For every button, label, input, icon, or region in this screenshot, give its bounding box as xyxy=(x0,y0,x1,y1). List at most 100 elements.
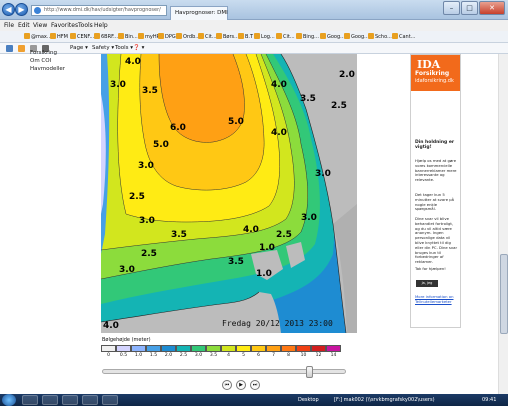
favorite-item[interactable]: B.T xyxy=(238,31,253,43)
favorite-item[interactable]: Goog... xyxy=(344,31,369,43)
forward-button[interactable]: ▶ xyxy=(15,3,28,16)
tab-havprognoser[interactable]: Havprognoser: DMI xyxy=(170,6,228,20)
nav-buttons: ◀ ▶ xyxy=(2,3,28,17)
close-button[interactable]: ✕ xyxy=(479,1,505,15)
address-bar[interactable]: http://www.dmi.dk/hav/udsigter/havprogno… xyxy=(31,5,167,16)
back-button[interactable]: ◀ xyxy=(2,3,15,16)
contour-label: 3.5 xyxy=(142,86,158,96)
page-menu[interactable]: Page ▾ xyxy=(70,43,88,54)
time-slider[interactable] xyxy=(102,366,346,378)
slider-thumb[interactable] xyxy=(305,366,313,378)
minimize-button[interactable]: – xyxy=(443,1,460,15)
favorite-item[interactable]: Cit... xyxy=(276,31,295,43)
favorite-item[interactable]: Cit... xyxy=(198,31,217,43)
legend-swatch xyxy=(131,345,146,352)
contour-label: 1.0 xyxy=(256,269,272,279)
home-icon[interactable] xyxy=(6,45,13,52)
legend-label: 2.0 xyxy=(164,353,173,358)
contour-label: 4.0 xyxy=(271,128,287,138)
contour-label: 3.5 xyxy=(300,94,316,104)
favorite-item[interactable]: Log... xyxy=(254,31,275,43)
favorites-bar: @max... HFM CENF... 6BRF... Bin... myHR … xyxy=(0,31,508,43)
menu-edit[interactable]: Edit xyxy=(18,20,30,31)
legend-swatch xyxy=(146,345,161,352)
favorite-item[interactable]: myHR xyxy=(138,31,160,43)
contour-label: 3.0 xyxy=(315,169,331,179)
contour-label: 3.0 xyxy=(110,80,126,90)
contour-label: 4.0 xyxy=(271,80,287,90)
favorite-item[interactable]: Cant... xyxy=(392,31,415,43)
legend-label: 2.5 xyxy=(179,353,188,358)
taskbar-app-icon[interactable] xyxy=(62,395,78,405)
favorite-item[interactable]: Bin... xyxy=(118,31,138,43)
ie-icon xyxy=(34,7,41,14)
system-tray: Desktop [F:] mak002 (\\srvkbmgrafsky002\… xyxy=(296,394,506,406)
maximize-button[interactable]: □ xyxy=(461,1,478,15)
favorite-item[interactable]: 6BRF... xyxy=(94,31,118,43)
legend-swatch xyxy=(281,345,296,352)
favorite-item[interactable]: DPG xyxy=(158,31,176,43)
taskbar-app-icon[interactable] xyxy=(82,395,98,405)
command-bar: Page ▾ Safety ▾ Tools ▾ ❓ ▾ xyxy=(0,43,508,54)
favorite-item[interactable]: Børs... xyxy=(216,31,239,43)
sidebar-link-havmodeller[interactable]: Havmodeller xyxy=(30,66,65,72)
contour-label: 3.0 xyxy=(119,265,135,275)
wave-height-legend: Bølgehøjde (meter) 0 0.5 1.0 1.5 2.0 2.5 3.0 3.… xyxy=(101,337,361,361)
menu-tools[interactable]: Tools xyxy=(78,20,93,31)
legend-label: 4 xyxy=(227,353,230,358)
tools-menu[interactable]: Tools ▾ xyxy=(115,43,133,54)
favorite-item[interactable]: Goog... xyxy=(320,31,345,43)
legend-label: 3.0 xyxy=(194,353,203,358)
ad-more-link[interactable]: More information on Tellnutellemarketer xyxy=(415,294,459,305)
favorite-item[interactable]: @max... xyxy=(24,31,52,43)
sidebar-link-om-coi[interactable]: Om COI xyxy=(30,58,51,64)
favorite-item[interactable]: CENF... xyxy=(70,31,94,43)
scroll-thumb[interactable] xyxy=(500,254,508,334)
favorite-item[interactable]: HFM xyxy=(50,31,68,43)
safety-menu[interactable]: Safety ▾ xyxy=(92,43,114,54)
menu-help[interactable]: Help xyxy=(94,20,108,31)
sidebar-link-forsikring[interactable]: Forsikring xyxy=(30,50,57,56)
ad-thanks: Tak for hjælpen! xyxy=(415,266,446,271)
legend-swatch xyxy=(266,345,281,352)
legend-swatch xyxy=(191,345,206,352)
next-button[interactable]: ⏭ xyxy=(250,380,260,390)
help-menu[interactable]: ❓ ▾ xyxy=(133,43,144,54)
contour-label: 3.0 xyxy=(139,216,155,226)
legend-swatch xyxy=(101,345,116,352)
contour-label: 2.5 xyxy=(129,192,145,202)
ad-banner[interactable]: IDA Forsikring idaforsikring.dk xyxy=(411,55,460,91)
taskbar-app-icon[interactable] xyxy=(42,395,58,405)
start-button[interactable] xyxy=(2,394,16,406)
play-button[interactable]: ▶ xyxy=(236,380,246,390)
rss-icon[interactable] xyxy=(18,45,25,52)
legend-label: 5 xyxy=(242,353,245,358)
page-scrollbar[interactable] xyxy=(498,54,508,394)
browser-titlebar: ◀ ▶ http://www.dmi.dk/hav/udsigter/havpr… xyxy=(0,0,508,20)
taskbar-app-icon[interactable] xyxy=(102,395,118,405)
contour-label: 2.5 xyxy=(141,249,157,259)
contour-label: 5.0 xyxy=(228,117,244,127)
prev-button[interactable]: ⏮ xyxy=(222,380,232,390)
address-text: http://www.dmi.dk/hav/udsigter/havprogno… xyxy=(44,7,161,13)
favorite-item[interactable]: Bing... xyxy=(296,31,319,43)
forecast-date: Fredag 20/12 2013 23:00 xyxy=(222,319,333,328)
ad-participate-button[interactable]: Ja, jeg deltager xyxy=(416,280,438,292)
legend-swatch xyxy=(251,345,266,352)
desktop-label[interactable]: Desktop xyxy=(298,394,319,406)
ad-heading: Din holdning er vigtig! xyxy=(415,140,455,150)
legend-label: 12 xyxy=(315,353,322,358)
taskbar: Desktop [F:] mak002 (\\srvkbmgrafsky002\… xyxy=(0,394,508,406)
favorite-item[interactable]: Scho... xyxy=(368,31,392,43)
favorite-item[interactable]: Ordb... xyxy=(176,31,200,43)
menu-view[interactable]: View xyxy=(33,20,47,31)
ad-text: Det tager kun 5 minutter at svare på nog… xyxy=(415,192,454,212)
contour-label: 5.0 xyxy=(153,140,169,150)
taskbar-drive-label[interactable]: [F:] mak002 (\\srvkbmgrafsky002\users) xyxy=(334,394,464,406)
menu-favorites[interactable]: Favorites xyxy=(51,20,78,31)
legend-label: 8 xyxy=(287,353,290,358)
contour-label: 4.0 xyxy=(243,225,259,235)
taskbar-app-icon[interactable] xyxy=(22,395,38,405)
contour-label: 3.0 xyxy=(301,213,317,223)
menu-file[interactable]: File xyxy=(4,20,14,31)
